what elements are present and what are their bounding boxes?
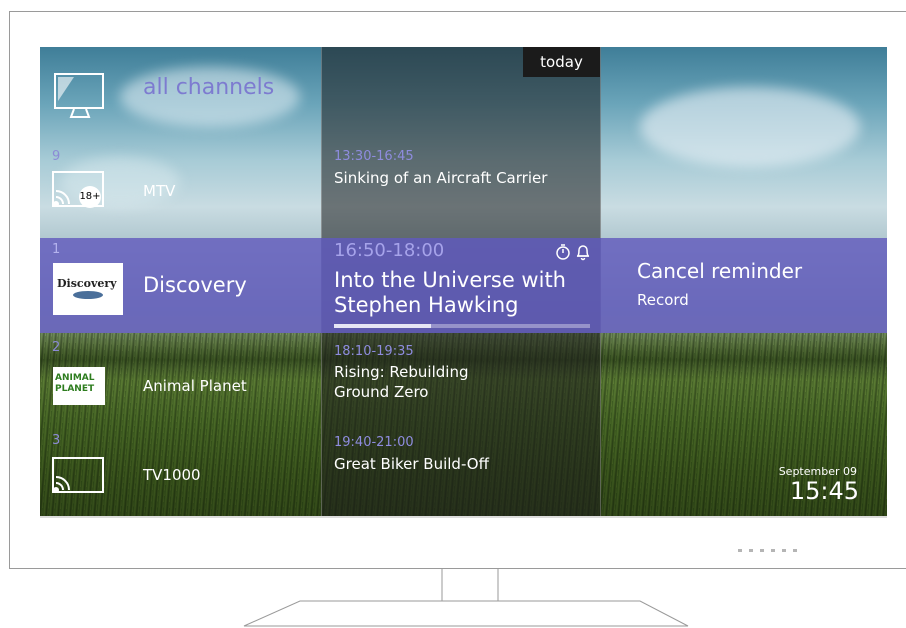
channel-number: 1 xyxy=(52,242,61,257)
record-button[interactable]: Record xyxy=(637,291,689,309)
channel-name-animal-planet[interactable]: Animal Planet xyxy=(143,377,247,395)
channel-name-mtv[interactable]: MTV xyxy=(143,182,175,200)
today-label[interactable]: today xyxy=(523,47,600,77)
cast-icon xyxy=(52,457,104,493)
channel-number: 2 xyxy=(52,340,61,355)
all-channels-link[interactable]: all channels xyxy=(143,75,274,100)
tv-icon[interactable] xyxy=(54,73,106,121)
program-time: 13:30-16:45 xyxy=(334,149,414,164)
cancel-reminder-button[interactable]: Cancel reminder xyxy=(637,259,802,283)
program-title[interactable]: Sinking of an Aircraft Carrier xyxy=(334,168,547,188)
channel-name-tv1000[interactable]: TV1000 xyxy=(143,466,201,484)
selected-program-icons xyxy=(555,243,591,261)
selected-program-title[interactable]: Into the Universe with Stephen Hawking xyxy=(334,268,594,318)
status-clock: 15:45 xyxy=(789,477,859,505)
animal-planet-logo: ANIMAL PLANET xyxy=(53,367,105,405)
selected-program-time: 16:50-18:00 xyxy=(334,240,445,261)
program-progress-bar xyxy=(334,324,590,328)
bell-icon xyxy=(576,245,590,261)
tv-screen: today all channels 9 18+ MTV 1 Discovery… xyxy=(40,47,887,518)
program-title[interactable]: Rising: Rebuilding Ground Zero xyxy=(334,362,468,402)
program-time: 19:40-21:00 xyxy=(334,435,414,450)
tv-stand xyxy=(243,568,689,627)
channel-name-discovery[interactable]: Discovery xyxy=(143,273,247,297)
age-rating-badge: 18+ xyxy=(79,191,101,202)
tv-indicator-dots xyxy=(738,549,797,552)
program-title[interactable]: Great Biker Build-Off xyxy=(334,454,489,474)
stopwatch-icon xyxy=(556,244,570,260)
discovery-logo: Discovery xyxy=(53,263,123,315)
channel-number: 3 xyxy=(52,433,61,448)
channel-number: 9 xyxy=(52,149,61,164)
screen-bottom-edge xyxy=(40,516,887,518)
program-time: 18:10-19:35 xyxy=(334,344,414,359)
